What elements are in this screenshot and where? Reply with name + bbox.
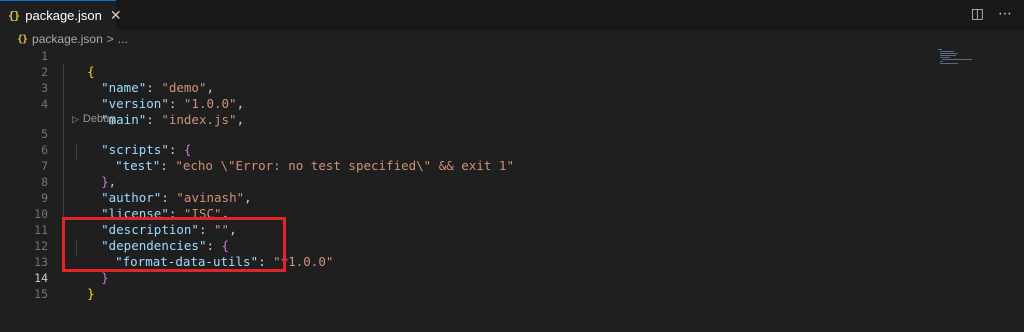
close-icon[interactable]: ✕: [110, 8, 122, 24]
minimap-line: [940, 57, 950, 58]
tab-package-json[interactable]: {} package.json ✕: [0, 0, 122, 30]
line-number: 3: [41, 81, 48, 95]
line-number: 11: [34, 223, 48, 237]
split-editor-icon[interactable]: ◫: [971, 6, 984, 22]
line-number: 15: [34, 287, 48, 301]
editor-actions: ◫ ⋯: [971, 6, 1012, 22]
line-number: 12: [34, 239, 48, 253]
tab-bar: {} package.json ✕ ◫ ⋯: [0, 0, 1024, 30]
line-number: 2: [41, 65, 48, 79]
minimap-line: [940, 53, 958, 54]
line-number: 9: [41, 191, 48, 205]
code-line: "scripts": {: [71, 126, 191, 157]
breadcrumb: {} package.json > ...: [0, 30, 1024, 48]
punctuation: ,: [244, 190, 252, 205]
json-file-icon: {}: [8, 9, 20, 22]
line-number: 1: [41, 49, 48, 63]
dependencies-highlight-box: [62, 217, 286, 272]
json-key: "test": [115, 158, 161, 173]
code-line: "license": "ISC",: [71, 190, 229, 221]
close-brace: }: [87, 286, 95, 301]
line-number: 7: [41, 159, 48, 173]
code-line: "name": "demo",: [71, 64, 214, 95]
code-line: "author": "avinash",: [71, 174, 252, 205]
line-number-active: 14: [34, 271, 48, 285]
json-value: "index.js": [161, 112, 237, 127]
punctuation: :: [146, 112, 162, 127]
punctuation: ,: [236, 112, 245, 127]
json-value: "echo \"Error: no test specified\" && ex…: [175, 158, 514, 173]
line-number: 5: [41, 127, 48, 141]
code-line: "main": "index.js",: [71, 96, 244, 127]
minimap-line: [940, 61, 943, 62]
breadcrumb-file[interactable]: package.json: [32, 32, 103, 46]
line-number: 8: [41, 175, 48, 189]
code-line: },: [71, 158, 116, 189]
minimap-line: [940, 55, 956, 56]
chevron-right-icon: >: [106, 32, 114, 46]
minimap-line: [940, 63, 958, 64]
more-actions-icon[interactable]: ⋯: [998, 6, 1012, 22]
line-number: 4: [41, 97, 48, 111]
tab-label: package.json: [25, 8, 102, 23]
minimap-line: [938, 49, 942, 50]
line-number: 10: [34, 207, 48, 221]
minimap-line: [940, 51, 954, 52]
line-number: 6: [41, 143, 48, 157]
punctuation: :: [160, 158, 176, 173]
close-brace: }: [101, 270, 109, 285]
code-line: {: [57, 48, 95, 79]
breadcrumb-more[interactable]: ...: [118, 32, 128, 46]
code-line: "test": "echo \"Error: no test specified…: [85, 142, 514, 173]
json-file-icon: {}: [17, 33, 28, 45]
code-line: "version": "1.0.0",: [71, 80, 244, 111]
code-line: }: [57, 270, 95, 301]
line-number: 13: [34, 255, 48, 269]
json-key: "main": [101, 112, 147, 127]
minimap-line: [942, 59, 972, 60]
